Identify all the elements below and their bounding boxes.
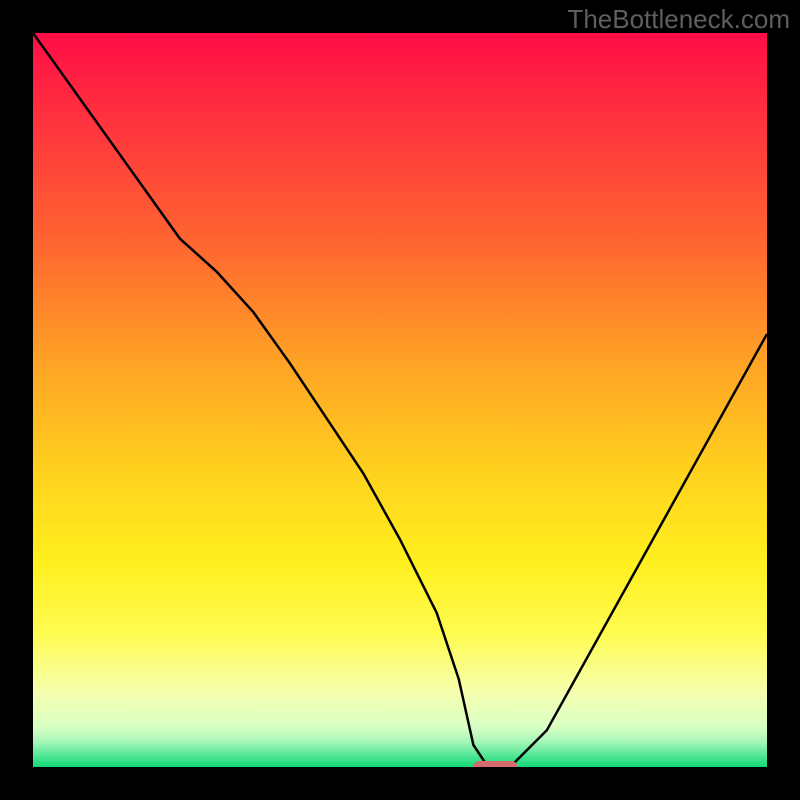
sweet-spot-marker xyxy=(473,761,517,767)
plot-area xyxy=(33,33,767,767)
watermark-text: TheBottleneck.com xyxy=(567,4,790,35)
chart-svg xyxy=(33,33,767,767)
background-gradient xyxy=(33,33,767,767)
chart-container: TheBottleneck.com xyxy=(0,0,800,800)
